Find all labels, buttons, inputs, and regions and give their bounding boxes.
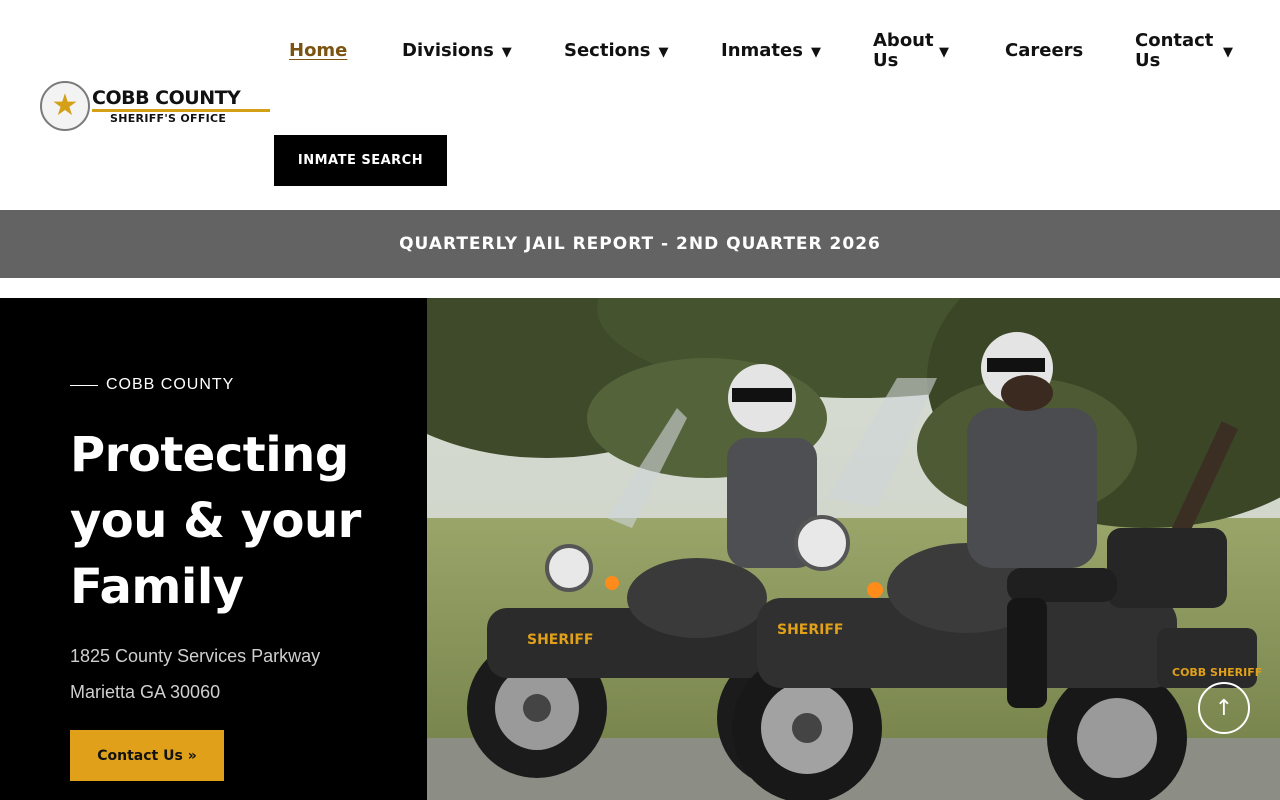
nav-item-label: Contact Us [1135,30,1214,71]
nav-item-label: Divisions [402,40,494,61]
eyebrow-text: COBB COUNTY [106,376,235,393]
arrow-up-icon: ↑ [1214,695,1234,721]
rear-box-label: COBB SHERIFF [1172,666,1262,679]
address-line-1: 1825 County Services Parkway [70,646,321,666]
site-logo[interactable]: ★ COBB COUNTY SHERIFF'S OFFICE [40,78,276,134]
nav-item-inmates[interactable]: Inmates ▼ [721,30,821,72]
banner-link-text[interactable]: QUARTERLY JAIL REPORT - 2ND QUARTER 2026 [399,234,881,254]
nav-item-label: About Us [873,30,934,71]
logo-subtitle: SHERIFF'S OFFICE [110,111,227,125]
hero-photo-motorcycle-deputies: SHERIFF SHERIFF COBB SHERIFF [427,298,1280,800]
nav-item-about-us[interactable]: About Us ▼ [873,30,949,72]
nav-item-label: Inmates [721,40,803,61]
eyebrow-rule [70,384,98,386]
quarterly-report-banner[interactable]: QUARTERLY JAIL REPORT - 2ND QUARTER 2026 [0,210,1280,278]
motorcycle-label: SHERIFF [777,622,843,638]
caret-down-icon: ▼ [810,45,821,60]
address-line-2: Marietta GA 30060 [70,682,221,702]
hero-photo-illustration: SHERIFF SHERIFF COBB SHERIFF [427,298,1280,800]
nav-item-label: Sections [564,40,651,61]
sheriff-seal-icon: ★ [40,81,90,131]
nav-item-divisions[interactable]: Divisions ▼ [402,30,512,72]
hero-text-panel: COBB COUNTY Protecting you & your Family… [0,298,427,800]
caret-down-icon: ▼ [658,45,669,60]
nav-item-label: Careers [1005,40,1084,61]
nav-item-contact-us[interactable]: Contact Us ▼ [1135,30,1233,72]
scroll-to-top-button[interactable]: ↑ [1198,682,1250,734]
logo-title: COBB COUNTY [92,86,241,109]
caret-down-icon: ▼ [1223,45,1233,60]
nav-item-label: Home [289,40,348,61]
motorcycle-label: SHERIFF [527,632,593,648]
inmate-search-button[interactable]: INMATE SEARCH [274,135,447,186]
hero-section: COBB COUNTY Protecting you & your Family… [0,298,1280,800]
caret-down-icon: ▼ [501,45,512,60]
nav-item-home[interactable]: Home [289,30,347,72]
site-header: ★ COBB COUNTY SHERIFF'S OFFICE Home Divi… [0,0,1280,210]
nav-item-careers[interactable]: Careers [1005,30,1083,72]
hero-eyebrow: COBB COUNTY [70,376,234,394]
caret-down-icon: ▼ [939,45,949,60]
hero-title: Protecting you & your Family [70,427,361,615]
nav-item-sections[interactable]: Sections ▼ [564,30,669,72]
contact-us-button[interactable]: Contact Us » [70,730,224,781]
logo-wordmark: COBB COUNTY SHERIFF'S OFFICE [92,88,270,125]
